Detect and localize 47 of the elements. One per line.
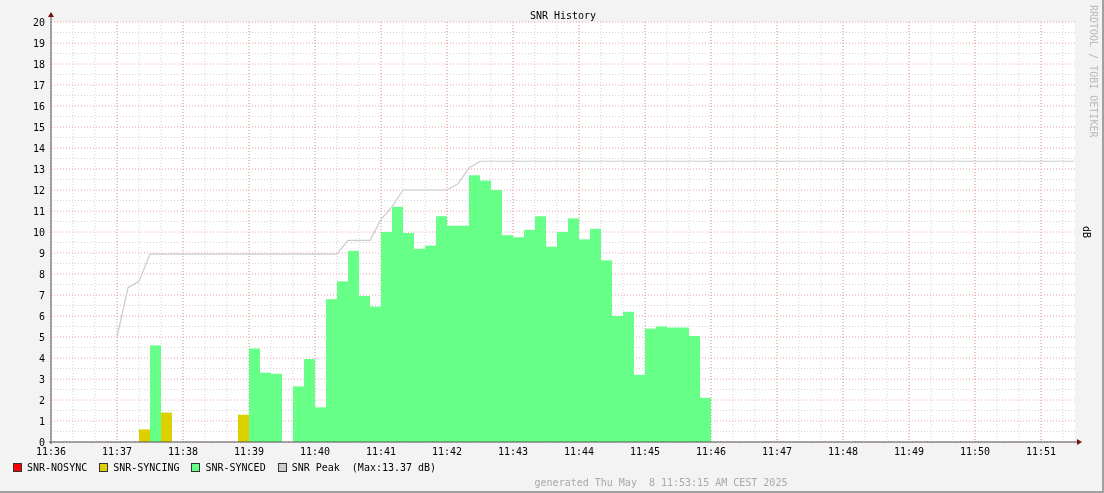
legend-label: SNR Peak [291,461,340,473]
y-axis-label: dB [1081,226,1092,238]
y-tick-label: 14 [32,143,45,154]
legend-label: SNR-SYNCED [205,461,266,473]
y-tick-label: 11 [32,206,45,217]
x-tick-label: 11:39 [233,446,265,457]
y-tick-label: 12 [32,185,45,196]
x-tick-label: 11:38 [167,446,199,457]
y-tick-label: 3 [38,374,45,385]
y-tick-label: 10 [32,227,45,238]
y-tick-label: 15 [32,122,45,133]
legend-note: (Max:13.37 dB) [351,461,437,473]
x-tick-label: 11:51 [1025,446,1057,457]
y-tick-label: 13 [32,164,45,175]
y-tick-label: 1 [38,416,45,427]
x-tick-label: 11:42 [431,446,463,457]
footer-text: generated Thu May 8 11:53:15 AM CEST 2025 [534,477,788,488]
y-tick-label: 9 [38,248,45,259]
y-tick-label: 19 [32,38,45,49]
legend-label: SNR-NOSYNC [27,461,88,473]
x-tick-label: 11:43 [497,446,529,457]
y-tick-label: 17 [32,80,45,91]
y-tick-label: 20 [32,17,45,28]
x-tick-label: 11:41 [365,446,397,457]
legend-label: SNR-SYNCING [113,461,180,473]
x-tick-label: 11:45 [629,446,661,457]
y-tick-label: 6 [38,311,45,322]
y-tick-label: 4 [38,353,45,364]
x-tick-label: 11:36 [35,446,67,457]
y-tick-label: 7 [38,290,45,301]
y-tick-label: 18 [32,59,45,70]
x-tick-label: 11:49 [893,446,925,457]
y-tick-label: 2 [38,395,45,406]
y-tick-label: 5 [38,332,45,343]
x-tick-label: 11:37 [101,446,133,457]
y-tick-label: 0 [38,437,45,448]
bar [271,373,282,442]
y-tick-label: 8 [38,269,45,280]
x-tick-label: 11:50 [959,446,991,457]
x-tick-label: 11:48 [827,446,859,457]
x-tick-label: 11:44 [563,446,595,457]
chart-title: SNR History [529,10,597,21]
x-tick-label: 11:47 [761,446,793,457]
y-tick-label: 16 [32,101,45,112]
credit-text: RRDTOOL / TOBI OETIKER [1088,5,1099,138]
x-tick-label: 11:46 [695,446,727,457]
x-tick-label: 11:40 [299,446,331,457]
